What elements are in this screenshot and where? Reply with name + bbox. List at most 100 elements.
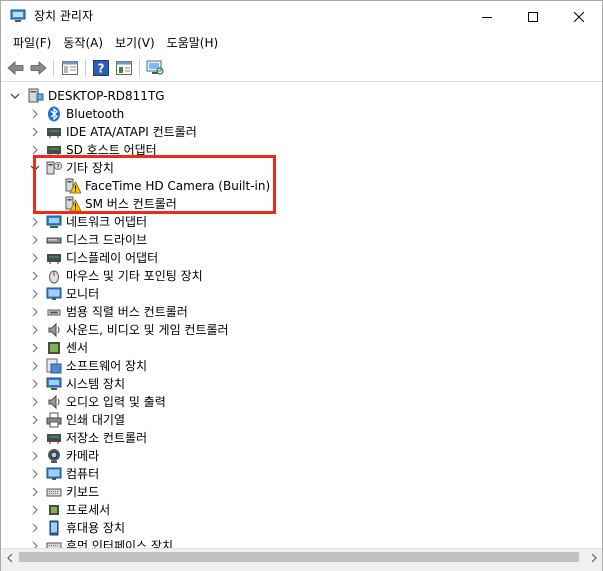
tree-item-label: 사운드, 비디오 및 게임 컨트롤러 — [66, 323, 229, 337]
tree-item-label: IDE ATA/ATAPI 컨트롤러 — [66, 125, 197, 139]
tree-item-label: 마우스 및 기타 포인팅 장치 — [66, 269, 203, 283]
back-arrow-icon — [7, 61, 24, 75]
hid-icon — [46, 542, 62, 548]
chevron-right-icon[interactable] — [30, 235, 40, 245]
tree-item-category[interactable]: 디스크 드라이브 — [1, 231, 602, 249]
chevron-right-icon[interactable] — [30, 343, 40, 353]
software-device-icon — [46, 358, 62, 374]
tree-item-category[interactable]: 마우스 및 기타 포인팅 장치 — [1, 267, 602, 285]
toolbar-separator — [53, 59, 54, 77]
tree-item-label: Bluetooth — [66, 107, 125, 121]
chevron-right-icon[interactable] — [30, 523, 40, 533]
chevron-right-icon[interactable] — [30, 541, 40, 548]
tree-item-category[interactable]: Bluetooth — [1, 105, 602, 123]
forward-arrow-icon — [30, 61, 47, 75]
chevron-right-icon[interactable] — [30, 433, 40, 443]
forward-button[interactable] — [29, 59, 47, 77]
tree-item-label: 휴먼 인터페이스 장치 — [66, 539, 173, 548]
chevron-right-icon[interactable] — [30, 145, 40, 155]
keyboard-icon — [46, 488, 62, 497]
horizontal-scrollbar[interactable] — [1, 548, 602, 565]
title-bar[interactable]: 장치 관리자 — [1, 1, 602, 32]
properties-button[interactable] — [115, 59, 133, 77]
tree-item-label: 소프트웨어 장치 — [66, 359, 148, 373]
tree-item-label: 오디오 입력 및 출력 — [66, 395, 166, 409]
chevron-right-icon[interactable] — [30, 379, 40, 389]
mouse-icon — [49, 270, 59, 284]
chevron-right-icon[interactable] — [30, 253, 40, 263]
tree-item-category[interactable]: 범용 직렬 버스 컨트롤러 — [1, 303, 602, 321]
device-tree[interactable]: DESKTOP-RD811TG Bluetooth IDE ATA/ATAPI 컨트… — [1, 83, 602, 548]
chevron-right-icon[interactable] — [30, 505, 40, 515]
highlight-annotation — [33, 155, 276, 214]
chevron-down-icon[interactable] — [10, 91, 20, 101]
menu-action[interactable]: 동작(A) — [57, 33, 109, 53]
scan-hardware-icon — [146, 60, 164, 75]
tree-item-category[interactable]: 센서 — [1, 339, 602, 357]
tree-root-computer[interactable]: DESKTOP-RD811TG — [1, 87, 602, 105]
toolbar-separator — [85, 59, 86, 77]
chevron-right-icon[interactable] — [30, 289, 40, 299]
tree-item-category[interactable]: 컴퓨터 — [1, 465, 602, 483]
chevron-right-icon[interactable] — [30, 415, 40, 425]
processor-icon — [49, 505, 59, 515]
scan-hardware-button[interactable] — [146, 59, 164, 77]
bluetooth-icon — [48, 106, 60, 122]
tree-item-category[interactable]: 시스템 장치 — [1, 375, 602, 393]
chevron-right-icon[interactable] — [30, 109, 40, 119]
tree-item-label: 디스플레이 어댑터 — [66, 251, 159, 265]
console-tree-icon — [62, 61, 78, 75]
tree-item-category[interactable]: 소프트웨어 장치 — [1, 357, 602, 375]
tree-item-category[interactable]: 프로세서 — [1, 501, 602, 519]
tree-item-category[interactable]: IDE ATA/ATAPI 컨트롤러 — [1, 123, 602, 141]
scroll-left-button[interactable] — [1, 549, 18, 566]
tree-item-category[interactable]: 휴대용 장치 — [1, 519, 602, 537]
tree-item-label: 저장소 컨트롤러 — [66, 431, 148, 445]
menu-help[interactable]: 도움말(H) — [161, 33, 225, 53]
close-icon — [574, 11, 584, 22]
tree-item-category[interactable]: 디스플레이 어댑터 — [1, 249, 602, 267]
disk-drive-icon — [46, 237, 62, 244]
tree-item-label: 인쇄 대기열 — [66, 413, 126, 427]
tree-item-category[interactable]: 키보드 — [1, 483, 602, 501]
chevron-right-icon[interactable] — [30, 397, 40, 407]
printer-icon — [46, 412, 62, 428]
help-button[interactable]: ? — [92, 59, 110, 77]
tree-item-label: 휴대용 장치 — [66, 521, 126, 535]
menu-view[interactable]: 보기(V) — [109, 33, 161, 53]
chevron-right-icon[interactable] — [30, 361, 40, 371]
tree-item-label: 카메라 — [66, 449, 100, 463]
chevron-right-icon[interactable] — [30, 217, 40, 227]
toolbar: ? — [1, 54, 602, 82]
tree-item-category[interactable]: 오디오 입력 및 출력 — [1, 393, 602, 411]
menu-file[interactable]: 파일(F) — [7, 33, 57, 53]
chevron-right-icon[interactable] — [30, 487, 40, 497]
chevron-right-icon[interactable] — [30, 271, 40, 281]
chevron-right-icon — [591, 553, 597, 562]
chevron-right-icon[interactable] — [30, 469, 40, 479]
camera-icon — [48, 449, 60, 463]
tree-item-category[interactable]: 카메라 — [1, 447, 602, 465]
back-button[interactable] — [7, 59, 25, 77]
tree-item-category[interactable]: 휴먼 인터페이스 장치 — [1, 537, 602, 548]
show-hide-console-tree-button[interactable] — [61, 59, 79, 77]
close-button[interactable] — [556, 1, 602, 32]
tree-item-category[interactable]: 인쇄 대기열 — [1, 411, 602, 429]
tree-item-category[interactable]: 저장소 컨트롤러 — [1, 429, 602, 447]
tree-item-category[interactable]: 모니터 — [1, 285, 602, 303]
chevron-right-icon[interactable] — [30, 307, 40, 317]
help-icon: ? — [93, 60, 109, 76]
chevron-right-icon[interactable] — [30, 325, 40, 335]
tree-item-label: 프로세서 — [66, 503, 111, 517]
maximize-button[interactable] — [510, 1, 556, 32]
monitor-icon — [46, 287, 62, 300]
tree-item-category[interactable]: 사운드, 비디오 및 게임 컨트롤러 — [1, 321, 602, 339]
tree-item-category[interactable]: 네트워크 어댑터 — [1, 213, 602, 231]
tree-item-label: 키보드 — [66, 485, 100, 499]
minimize-button[interactable] — [464, 1, 510, 32]
chevron-right-icon[interactable] — [30, 451, 40, 461]
scrollbar-thumb[interactable] — [19, 552, 579, 562]
network-adapter-icon — [46, 215, 62, 228]
scroll-right-button[interactable] — [585, 549, 602, 566]
chevron-right-icon[interactable] — [30, 127, 40, 137]
